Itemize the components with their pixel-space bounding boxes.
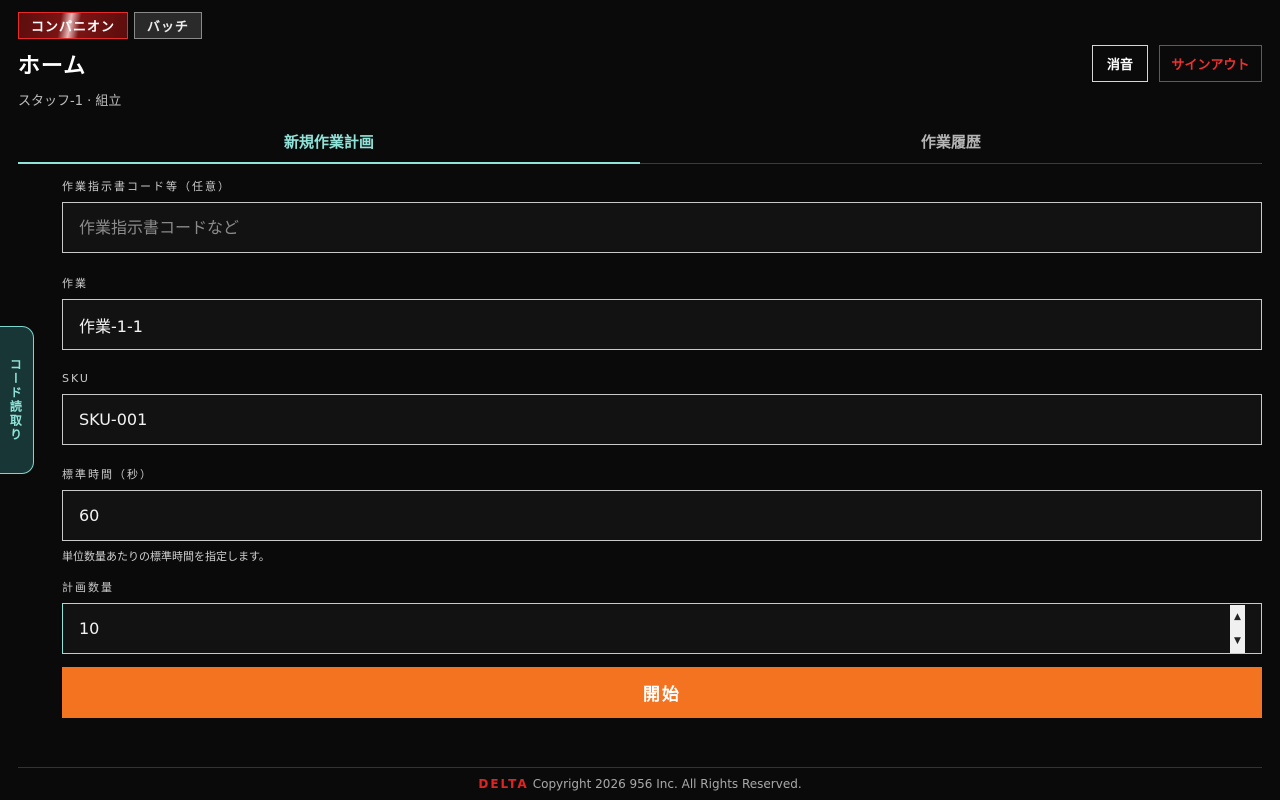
work-order-field[interactable] xyxy=(62,202,1262,253)
code-scan-label: コード読取り xyxy=(8,358,23,442)
user-info: スタッフ-1 · 組立 xyxy=(18,94,122,109)
planned-qty-field[interactable]: 10 ▲ ▼ xyxy=(62,603,1262,654)
tab-new-plan[interactable]: 新規作業計画 xyxy=(18,120,640,164)
header-actions: 消音 サインアウト xyxy=(1092,45,1262,82)
companion-mode-button[interactable]: コンパニオン xyxy=(18,12,129,39)
task-field[interactable]: 作業-1-1 xyxy=(62,299,1262,350)
tab-history[interactable]: 作業履歴 xyxy=(640,120,1262,163)
tab-bar: 新規作業計画 作業履歴 xyxy=(18,120,1262,164)
standard-time-label: 標準時間（秒） xyxy=(62,468,153,481)
task-value: 作業-1-1 xyxy=(79,316,143,336)
stepper-down-icon[interactable]: ▼ xyxy=(1230,629,1245,653)
page-title: ホーム xyxy=(18,54,87,79)
sku-label: SKU xyxy=(62,372,90,385)
work-order-input[interactable] xyxy=(79,218,1245,237)
stepper-up-icon[interactable]: ▲ xyxy=(1230,605,1245,629)
mute-button[interactable]: 消音 xyxy=(1092,45,1148,82)
standard-time-field[interactable]: 60 xyxy=(62,490,1262,541)
start-button[interactable]: 開始 xyxy=(62,667,1262,718)
sku-field[interactable]: SKU-001 xyxy=(62,394,1262,445)
planned-qty-label: 計画数量 xyxy=(62,581,114,594)
sku-value: SKU-001 xyxy=(79,410,148,429)
footer-copyright: Copyright 2026 956 Inc. All Rights Reser… xyxy=(532,777,802,791)
code-scan-tab[interactable]: コード読取り xyxy=(0,326,34,474)
standard-time-help: 単位数量あたりの標準時間を指定します。 xyxy=(62,550,270,563)
signout-button[interactable]: サインアウト xyxy=(1159,45,1262,82)
task-label: 作業 xyxy=(62,277,88,290)
footer: DELTA Copyright 2026 956 Inc. All Rights… xyxy=(18,767,1262,800)
batch-mode-button[interactable]: バッチ xyxy=(134,12,203,39)
mode-toggle: コンパニオン バッチ xyxy=(18,12,203,39)
standard-time-value: 60 xyxy=(79,506,100,525)
planned-qty-value: 10 xyxy=(79,619,100,638)
new-plan-form: 作業指示書コード等（任意） 作業 作業-1-1 SKU SKU-001 標準時間… xyxy=(62,178,1262,718)
work-order-label: 作業指示書コード等（任意） xyxy=(62,180,231,193)
page: コンパニオン バッチ ホーム スタッフ-1 · 組立 消音 サインアウト 新規作… xyxy=(0,0,1280,800)
quantity-stepper[interactable]: ▲ ▼ xyxy=(1230,605,1245,653)
footer-brand: DELTA xyxy=(478,777,529,791)
